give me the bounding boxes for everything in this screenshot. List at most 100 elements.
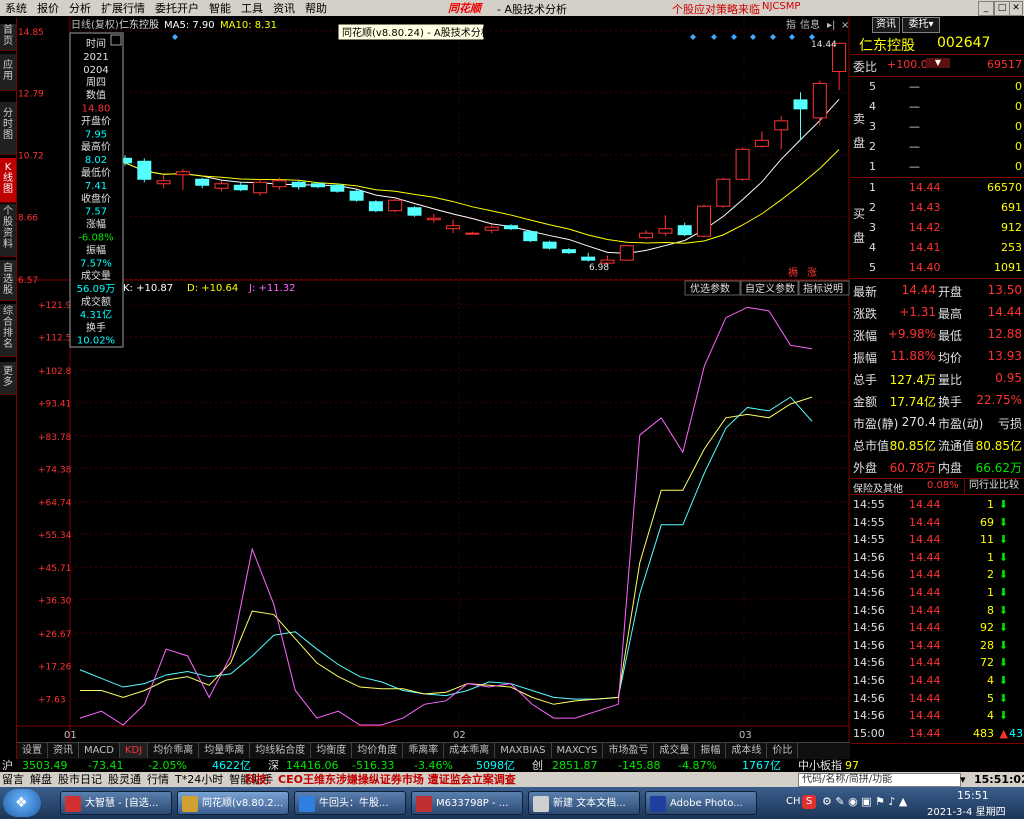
tab-indicator[interactable]: 市场盈亏	[603, 743, 655, 758]
tab-indicator[interactable]: 价比	[767, 743, 799, 758]
candle[interactable]	[619, 245, 634, 261]
menu-analysis[interactable]: 分析	[64, 0, 96, 16]
maximize-button[interactable]: □	[994, 1, 1010, 16]
sidebar-tab-more[interactable]: 更多	[0, 362, 16, 395]
start-button[interactable]: ❖	[3, 789, 41, 817]
menu-help[interactable]: 帮助	[300, 0, 332, 16]
tab-indicator[interactable]: 均价角度	[352, 743, 404, 758]
tab-indicator[interactable]: 振幅	[695, 743, 727, 758]
sidebar-tab-kline[interactable]: K线图	[0, 158, 16, 203]
taskbar-task[interactable]: 大智慧 - [自选...	[60, 791, 172, 815]
tab-indicator[interactable]: 均价乖离	[148, 743, 200, 758]
order-book-row[interactable]: 3 — 0	[851, 117, 1024, 137]
news-button[interactable]: 资讯	[872, 17, 900, 33]
news-bar-item[interactable]: 行情	[147, 773, 169, 786]
tab-indicator[interactable]: KDJ	[119, 743, 149, 758]
news-bar-item[interactable]: 留言	[2, 773, 24, 786]
tab-indicator[interactable]: 均线粘合度	[250, 743, 312, 758]
preferred-params-button[interactable]: 优选参数	[690, 282, 730, 295]
minimize-button[interactable]: _	[978, 1, 994, 16]
tab-indicator[interactable]: MACD	[79, 743, 120, 758]
sidebar-tab-watchlist[interactable]: 自选股	[0, 260, 16, 301]
tab-indicator[interactable]: 乖离率	[403, 743, 445, 758]
tab-indicator[interactable]: 均量乖离	[199, 743, 251, 758]
order-book-row[interactable]: 4 14.41 253	[851, 238, 1024, 258]
news-bar-item[interactable]: 股市日记	[58, 773, 102, 786]
tab-indicator[interactable]: 资讯	[48, 743, 79, 758]
order-book-row[interactable]: 4 — 0	[851, 97, 1024, 117]
sidebar-tab-intraday[interactable]: 分时图	[0, 102, 16, 155]
tab-indicator[interactable]: 均衡度	[311, 743, 353, 758]
language-indicator[interactable]: CH	[786, 796, 801, 807]
ime-icon[interactable]: S	[802, 795, 816, 809]
menu-trade[interactable]: 委托开户	[150, 0, 204, 16]
taskbar-task[interactable]: 牛回头：牛股...	[294, 791, 406, 815]
order-book-row[interactable]: 3 14.42 912	[851, 218, 1024, 238]
indicator-help-button[interactable]: 指标说明	[803, 282, 843, 295]
news-bar-item[interactable]: 股灵通	[108, 773, 141, 786]
sector-label[interactable]: 保险及其他	[853, 480, 903, 495]
app-logo: 同花顺	[448, 2, 481, 15]
order-book-row[interactable]: 5 14.40 1091	[851, 258, 1024, 278]
info-box-settings-icon[interactable]	[110, 34, 122, 46]
sidebar-tab-home[interactable]: 首页	[0, 24, 16, 51]
promo-link[interactable]: 个股应对策略来临	[672, 1, 760, 17]
tab-indicator[interactable]: MAXCYS	[552, 743, 604, 758]
candle[interactable]	[735, 147, 750, 181]
tab-indicator[interactable]: 设置	[17, 743, 48, 758]
taskbar-task[interactable]: M633798P - ...	[411, 791, 523, 815]
indicator-button[interactable]: 指	[786, 18, 796, 31]
candle[interactable]	[716, 177, 731, 208]
candle[interactable]	[349, 189, 364, 202]
scroll-right-icon[interactable]: ▸|	[827, 20, 835, 31]
kline-chart[interactable]: 14.85 12.79 10.72 8.66 6.57 +121.9 +112.5 +102…	[17, 17, 850, 742]
custom-params-button[interactable]: 自定义参数	[745, 282, 795, 295]
order-book-row[interactable]: 2 — 0	[851, 137, 1024, 157]
sidebar-tab-apps[interactable]: 应用	[0, 54, 16, 91]
menu-news[interactable]: 资讯	[268, 0, 300, 16]
menu-extended[interactable]: 扩展行情	[96, 0, 150, 16]
order-book-row[interactable]: 1 14.44 66570	[851, 178, 1024, 198]
news-bar-item[interactable]: T*24小时	[175, 773, 223, 786]
kdj-axis-tick: +102.8	[38, 367, 72, 377]
order-book-row[interactable]: 2 14.43 691	[851, 198, 1024, 218]
taskbar-task[interactable]: 新建 文本文档...	[528, 791, 640, 815]
close-button[interactable]: ✕	[1009, 1, 1023, 16]
tray-icons[interactable]: ⚙ ✎ ◉ ▣ ⚑ ♪ ▲	[822, 795, 907, 808]
tab-indicator[interactable]: 成交量	[654, 743, 696, 758]
candle[interactable]	[542, 240, 557, 250]
news-bar-item[interactable]: 解盘	[30, 773, 52, 786]
order-book-row[interactable]: 5 — 0	[851, 77, 1024, 97]
candle[interactable]	[407, 206, 422, 217]
close-panel-icon[interactable]: ×	[841, 20, 849, 31]
tab-indicator[interactable]: 成本乖离	[444, 743, 496, 758]
menu-tools[interactable]: 工具	[236, 0, 268, 16]
candle[interactable]	[137, 158, 152, 183]
info-button[interactable]: 信息	[800, 18, 820, 31]
order-book-row[interactable]: 1 — 0	[851, 157, 1024, 177]
tab-indicator[interactable]: MAXBIAS	[495, 743, 552, 758]
stats-value: 11.88%	[890, 349, 936, 363]
candle[interactable]	[368, 200, 383, 213]
tab-indicator[interactable]: 成本线	[726, 743, 768, 758]
menu-smart[interactable]: 智能	[204, 0, 236, 16]
search-button[interactable]: ▾	[960, 772, 966, 787]
order-price: 14.42	[909, 221, 941, 234]
candle[interactable]	[697, 204, 711, 238]
order-dropdown[interactable]: 委托▾	[902, 17, 940, 33]
sidebar-tab-label: 首页	[3, 25, 13, 47]
sidebar-tab-profile[interactable]: 个股资料	[0, 204, 16, 257]
sidebar-tab-ranking[interactable]: 综合排名	[0, 304, 16, 357]
peer-compare-link[interactable]: 同行业比较	[964, 478, 1019, 493]
menu-quote[interactable]: 报价	[32, 0, 64, 16]
news-headline[interactable]: 科技：CEO王维东涉嫌操纵证券市场 遭证监会立案调查	[245, 772, 516, 787]
menu-system[interactable]: 系统	[0, 0, 32, 16]
sh-change: -73.41	[88, 759, 124, 772]
candle[interactable]	[330, 183, 345, 193]
collapse-arrow-icon[interactable]: ▼	[926, 58, 950, 68]
candle[interactable]	[388, 198, 403, 213]
taskbar-task[interactable]: Adobe Photo...	[645, 791, 757, 815]
search-input[interactable]: 代码/名称/简拼/功能	[798, 773, 961, 787]
taskbar-task[interactable]: 同花顺(v8.80.2...	[177, 791, 289, 815]
candle[interactable]	[523, 230, 538, 243]
